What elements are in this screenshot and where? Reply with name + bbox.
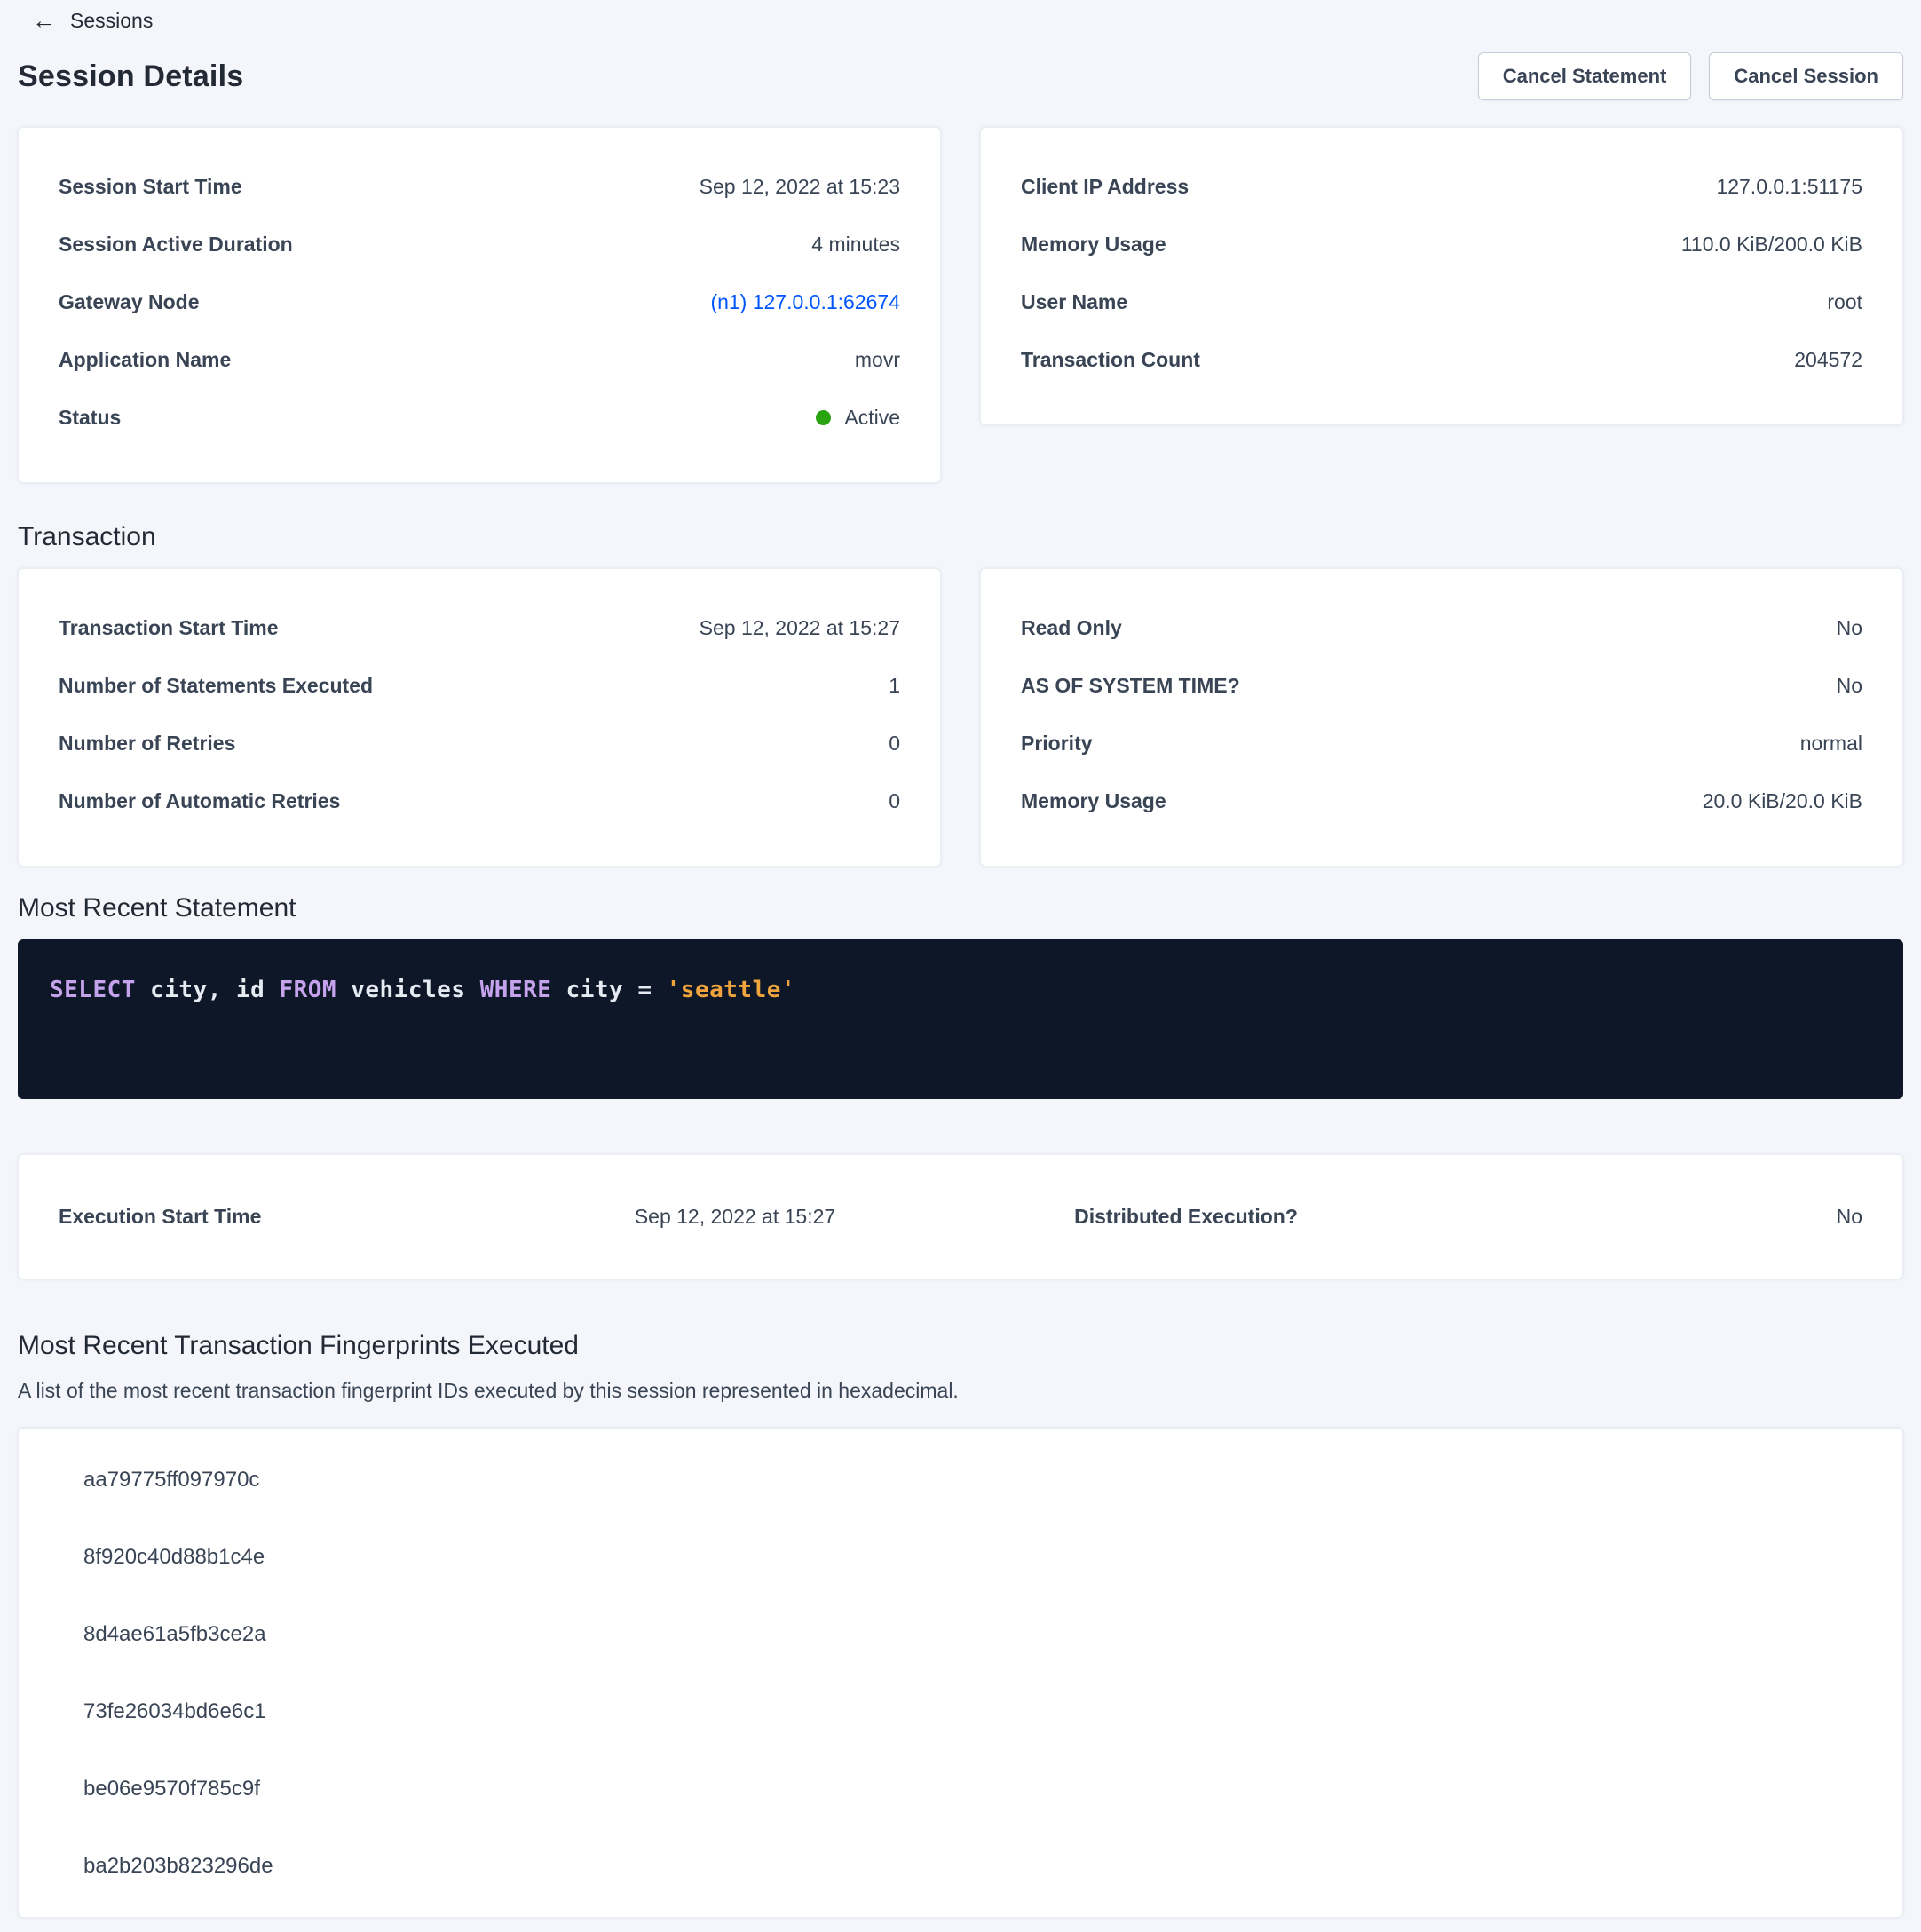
gateway-node-row: Gateway Node (n1) 127.0.0.1:62674 <box>59 273 900 331</box>
gateway-node-link[interactable]: (n1) 127.0.0.1:62674 <box>710 290 900 314</box>
sql-keyword: FROM <box>279 977 336 1003</box>
session-summary-card-left: Session Start Time Sep 12, 2022 at 15:23… <box>18 127 941 483</box>
transaction-start-time-row: Transaction Start Time Sep 12, 2022 at 1… <box>59 599 900 657</box>
sql-text: vehicles <box>336 977 480 1003</box>
sql-text: city, id <box>136 977 280 1003</box>
status-label: Status <box>59 406 121 430</box>
session-start-time-value: Sep 12, 2022 at 15:23 <box>700 175 900 199</box>
automatic-retries-value: 0 <box>889 789 900 813</box>
statements-executed-row: Number of Statements Executed 1 <box>59 657 900 715</box>
fingerprints-description: A list of the most recent transaction fi… <box>18 1379 1903 1403</box>
user-name-row: User Name root <box>1021 273 1862 331</box>
transaction-count-value: 204572 <box>1794 348 1862 372</box>
gateway-node-label: Gateway Node <box>59 290 200 314</box>
session-active-duration-value: 4 minutes <box>811 233 900 257</box>
fingerprint-id: 8f920c40d88b1c4e <box>83 1518 1862 1595</box>
session-active-duration-row: Session Active Duration 4 minutes <box>59 216 900 273</box>
sql-statement: SELECT city, id FROM vehicles WHERE city… <box>50 977 1871 1003</box>
automatic-retries-label: Number of Automatic Retries <box>59 789 340 813</box>
fingerprint-id: ba2b203b823296de <box>83 1827 1862 1904</box>
automatic-retries-row: Number of Automatic Retries 0 <box>59 772 900 830</box>
as-of-system-time-value: No <box>1837 674 1862 698</box>
session-start-time-label: Session Start Time <box>59 175 242 199</box>
user-name-label: User Name <box>1021 290 1127 314</box>
session-active-duration-label: Session Active Duration <box>59 233 293 257</box>
fingerprint-id: aa79775ff097970c <box>83 1441 1862 1518</box>
session-memory-usage-value: 110.0 KiB/200.0 KiB <box>1681 233 1862 257</box>
retries-value: 0 <box>889 732 900 756</box>
fingerprints-section-title: Most Recent Transaction Fingerprints Exe… <box>18 1331 1903 1361</box>
distributed-execution-value: No <box>1837 1205 1862 1229</box>
most-recent-statement-title: Most Recent Statement <box>18 893 1903 923</box>
sql-string-literal: 'seattle' <box>667 977 795 1003</box>
header-actions: Cancel Statement Cancel Session <box>1478 52 1903 100</box>
application-name-value: movr <box>855 348 900 372</box>
transaction-count-label: Transaction Count <box>1021 348 1200 372</box>
transaction-memory-usage-row: Memory Usage 20.0 KiB/20.0 KiB <box>1021 772 1862 830</box>
transaction-count-row: Transaction Count 204572 <box>1021 331 1862 389</box>
status-value: Active <box>844 406 900 430</box>
breadcrumb-back-sessions[interactable]: ← Sessions <box>32 9 153 33</box>
fingerprint-id: 73fe26034bd6e6c1 <box>83 1673 1862 1750</box>
transaction-card-left: Transaction Start Time Sep 12, 2022 at 1… <box>18 568 941 867</box>
sql-text: city = <box>551 977 666 1003</box>
breadcrumb-label: Sessions <box>70 9 153 33</box>
transaction-section-title: Transaction <box>18 522 1903 552</box>
fingerprint-id: be06e9570f785c9f <box>83 1750 1862 1827</box>
execution-start-time-value: Sep 12, 2022 at 15:27 <box>635 1205 835 1229</box>
fingerprints-card: aa79775ff097970c 8f920c40d88b1c4e 8d4ae6… <box>18 1428 1903 1918</box>
distributed-execution-label: Distributed Execution? <box>1074 1205 1298 1229</box>
session-details-page: ← Sessions Session Details Cancel Statem… <box>0 0 1921 1918</box>
execution-start-time-label: Execution Start Time <box>59 1205 261 1229</box>
client-ip-value: 127.0.0.1:51175 <box>1716 175 1862 199</box>
statements-executed-label: Number of Statements Executed <box>59 674 373 698</box>
back-arrow-icon: ← <box>32 9 56 33</box>
status-active-dot-icon <box>816 410 831 425</box>
session-summary-grid: Session Start Time Sep 12, 2022 at 15:23… <box>18 127 1903 483</box>
session-memory-usage-row: Memory Usage 110.0 KiB/200.0 KiB <box>1021 216 1862 273</box>
transaction-start-time-label: Transaction Start Time <box>59 616 279 640</box>
cancel-session-button[interactable]: Cancel Session <box>1709 52 1903 100</box>
transaction-card-right: Read Only No AS OF SYSTEM TIME? No Prior… <box>980 568 1903 867</box>
status-badge: Active <box>816 406 900 430</box>
transaction-start-time-value: Sep 12, 2022 at 15:27 <box>700 616 900 640</box>
sql-statement-box: SELECT city, id FROM vehicles WHERE city… <box>18 939 1903 1099</box>
cancel-statement-button[interactable]: Cancel Statement <box>1478 52 1692 100</box>
transaction-memory-usage-label: Memory Usage <box>1021 789 1166 813</box>
read-only-label: Read Only <box>1021 616 1122 640</box>
client-ip-row: Client IP Address 127.0.0.1:51175 <box>1021 158 1862 216</box>
execution-card: Execution Start Time Sep 12, 2022 at 15:… <box>18 1154 1903 1279</box>
priority-row: Priority normal <box>1021 715 1862 772</box>
priority-label: Priority <box>1021 732 1093 756</box>
as-of-system-time-row: AS OF SYSTEM TIME? No <box>1021 657 1862 715</box>
transaction-grid: Transaction Start Time Sep 12, 2022 at 1… <box>18 568 1903 867</box>
sql-keyword: SELECT <box>50 977 136 1003</box>
status-row: Status Active <box>59 389 900 447</box>
as-of-system-time-label: AS OF SYSTEM TIME? <box>1021 674 1240 698</box>
client-ip-label: Client IP Address <box>1021 175 1189 199</box>
sql-keyword: WHERE <box>480 977 552 1003</box>
page-header: Session Details Cancel Statement Cancel … <box>18 52 1903 100</box>
retries-label: Number of Retries <box>59 732 235 756</box>
statements-executed-value: 1 <box>889 674 900 698</box>
read-only-value: No <box>1837 616 1862 640</box>
read-only-row: Read Only No <box>1021 599 1862 657</box>
retries-row: Number of Retries 0 <box>59 715 900 772</box>
session-memory-usage-label: Memory Usage <box>1021 233 1166 257</box>
fingerprint-id: 8d4ae61a5fb3ce2a <box>83 1595 1862 1673</box>
application-name-label: Application Name <box>59 348 231 372</box>
transaction-memory-usage-value: 20.0 KiB/20.0 KiB <box>1703 789 1862 813</box>
user-name-value: root <box>1827 290 1862 314</box>
session-start-time-row: Session Start Time Sep 12, 2022 at 15:23 <box>59 158 900 216</box>
session-summary-card-right: Client IP Address 127.0.0.1:51175 Memory… <box>980 127 1903 425</box>
application-name-row: Application Name movr <box>59 331 900 389</box>
page-title: Session Details <box>18 59 243 94</box>
priority-value: normal <box>1800 732 1862 756</box>
